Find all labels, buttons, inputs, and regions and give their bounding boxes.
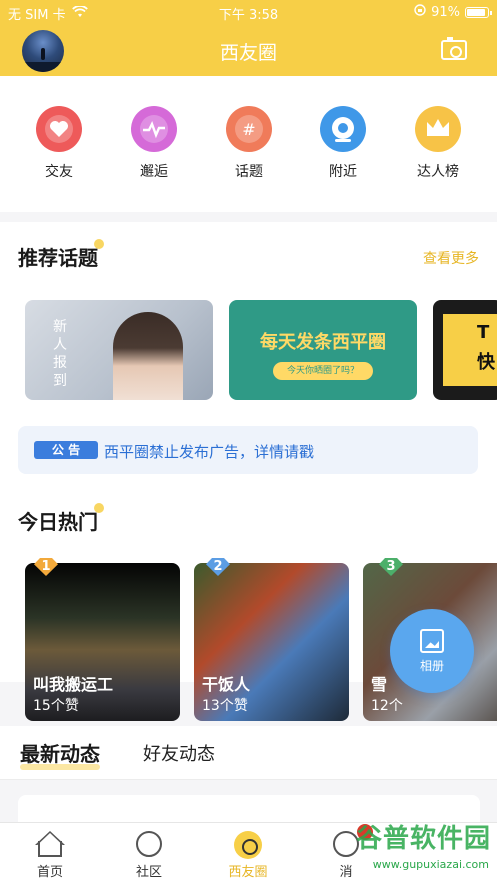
- category-make-friends[interactable]: 交友: [19, 106, 99, 181]
- battery-percent: 91%: [431, 4, 460, 20]
- see-more-link[interactable]: 查看更多: [423, 248, 479, 268]
- nav-community[interactable]: 社区: [119, 831, 179, 880]
- nav-label: 社区: [135, 865, 162, 880]
- hot-card-likes: 15个赞: [33, 698, 79, 714]
- topic-card-text: 新人报到: [53, 319, 67, 389]
- hashtag-icon: #: [226, 106, 272, 152]
- nav-circle[interactable]: 西友圈: [218, 831, 278, 880]
- heart-icon: [36, 106, 82, 152]
- orientation-lock-icon: [414, 4, 426, 20]
- tab-friends[interactable]: 好友动态: [143, 740, 215, 766]
- watermark-url: www.gupuxiazai.com: [372, 858, 489, 871]
- home-icon: [35, 831, 65, 859]
- circle-feed-icon: [233, 831, 263, 859]
- topic-card-daily-post[interactable]: 每天发条西平圈 今天你晒圈了吗？: [229, 300, 417, 400]
- category-row: 交友 邂逅 # 话题 附近 达人榜: [0, 76, 497, 212]
- hot-card-name: 干饭人: [202, 675, 251, 694]
- section-title-topics: 推荐话题: [18, 239, 104, 271]
- album-button-label: 相册: [419, 659, 444, 673]
- crown-icon: [415, 106, 461, 152]
- section-title-text: 今日热门: [18, 510, 98, 534]
- app-header: 无 SIM 卡 下午 3:58 91% 西友圈: [0, 0, 497, 76]
- portrait-image: [113, 312, 183, 400]
- announcement-tag: 公 告: [34, 441, 98, 459]
- category-leaderboard[interactable]: 达人榜: [398, 106, 478, 181]
- category-label: 邂逅: [140, 164, 168, 180]
- category-encounter[interactable]: 邂逅: [114, 106, 194, 181]
- rank-number: 2: [213, 559, 223, 574]
- topic-card-text: 快: [477, 352, 495, 373]
- rank-badge-icon: 3: [376, 558, 406, 580]
- location-icon: [320, 106, 366, 152]
- svg-text:#: #: [242, 120, 255, 139]
- topic-card-subtext: 今天你晒圈了吗？: [273, 362, 373, 380]
- announcement-bar[interactable]: 公 告 西平圈禁止发布广告，详情请戳: [18, 426, 478, 474]
- topic-card-partial[interactable]: T 快: [433, 300, 497, 400]
- nav-label: 消: [339, 865, 353, 880]
- nav-home[interactable]: 首页: [20, 831, 80, 880]
- topic-card-text: 每天发条西平圈: [260, 332, 386, 353]
- feed-tabs: 最新动态 好友动态: [0, 726, 497, 780]
- rank-badge-icon: 1: [31, 558, 61, 580]
- rank-number: 1: [41, 559, 51, 574]
- category-nearby[interactable]: 附近: [303, 106, 383, 181]
- community-icon: [134, 831, 164, 859]
- page-title: 西友圈: [219, 42, 277, 64]
- rank-badge-icon: 2: [203, 558, 233, 580]
- battery-icon: [465, 6, 492, 18]
- watermark-logo: 谷普软件园: [355, 824, 491, 854]
- category-label: 附近: [329, 164, 357, 180]
- tab-latest[interactable]: 最新动态: [20, 738, 100, 770]
- nav-label: 首页: [36, 865, 63, 880]
- category-label: 话题: [235, 164, 263, 180]
- nav-label: 西友圈: [228, 865, 268, 880]
- announcement-text: 西平圈禁止发布广告，详情请戳: [104, 443, 315, 461]
- hot-card-likes: 12个: [371, 698, 403, 714]
- section-title-text: 推荐话题: [18, 246, 98, 270]
- hot-card[interactable]: 叫我搬运工 15个赞: [25, 563, 180, 721]
- hot-card-name: 叫我搬运工: [33, 675, 114, 694]
- category-label: 交友: [45, 164, 73, 180]
- hot-card-likes: 13个赞: [202, 698, 248, 714]
- image-icon: [420, 629, 444, 653]
- heartbeat-icon: [131, 106, 177, 152]
- category-label: 达人榜: [417, 164, 459, 180]
- section-title-hot: 今日热门: [18, 503, 104, 535]
- album-button[interactable]: 相册: [390, 609, 474, 693]
- hot-card[interactable]: 干饭人 13个赞: [194, 563, 349, 721]
- category-topics[interactable]: # 话题: [209, 106, 289, 181]
- status-bar: 无 SIM 卡 下午 3:58 91%: [0, 3, 497, 23]
- rank-number: 3: [386, 559, 396, 574]
- decoration-dot: [94, 503, 104, 513]
- decoration-dot: [94, 239, 104, 249]
- camera-icon[interactable]: [441, 37, 467, 60]
- hot-card-name: 雪: [371, 675, 388, 694]
- topic-card-newcomer[interactable]: 新人报到: [25, 300, 213, 400]
- topic-card-text: T: [477, 322, 490, 343]
